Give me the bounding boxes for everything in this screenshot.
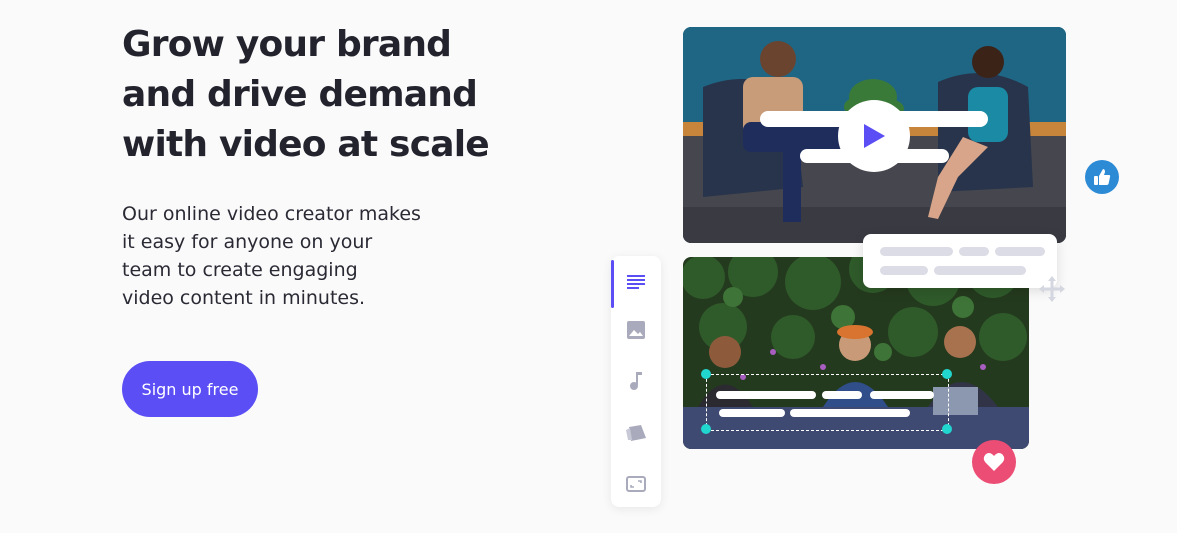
move-icon[interactable] bbox=[1039, 276, 1065, 302]
resize-icon[interactable] bbox=[622, 470, 650, 498]
resize-handle-top-left[interactable] bbox=[701, 369, 711, 379]
caption-line-bar bbox=[880, 266, 928, 275]
play-button[interactable] bbox=[838, 100, 910, 172]
thumbs-up-icon bbox=[1085, 160, 1119, 194]
caption-line-bar bbox=[959, 247, 989, 256]
caption-placeholder-bar bbox=[790, 409, 910, 417]
text-icon[interactable] bbox=[622, 268, 650, 296]
sticker-icon[interactable] bbox=[622, 419, 650, 447]
caption-placeholder-bar bbox=[716, 391, 816, 399]
resize-handle-bottom-right[interactable] bbox=[942, 424, 952, 434]
resize-handle-bottom-left[interactable] bbox=[701, 424, 711, 434]
heart-icon bbox=[972, 440, 1016, 484]
caption-placeholder-bar bbox=[719, 409, 785, 417]
subtext-line-3: team to create engaging bbox=[122, 259, 358, 281]
sign-up-button[interactable]: Sign up free bbox=[122, 361, 258, 417]
resize-handle-top-right[interactable] bbox=[942, 369, 952, 379]
caption-line-bar bbox=[934, 266, 1026, 275]
headline-line-3: with video at scale bbox=[122, 124, 490, 165]
subtext-line-1: Our online video creator makes bbox=[122, 203, 421, 225]
active-tool-indicator bbox=[611, 260, 614, 308]
text-selection-box[interactable] bbox=[706, 374, 949, 431]
caption-card bbox=[863, 234, 1057, 288]
caption-placeholder-bar bbox=[822, 391, 862, 399]
music-icon[interactable] bbox=[622, 367, 650, 395]
subtext-line-2: it easy for anyone on your bbox=[122, 231, 373, 253]
caption-line-bar bbox=[880, 247, 953, 256]
caption-placeholder-bar bbox=[870, 391, 934, 399]
headline-line-2: and drive demand bbox=[122, 74, 478, 115]
hero-headline: Grow your brand and drive demand with vi… bbox=[122, 20, 542, 170]
image-icon[interactable] bbox=[622, 316, 650, 344]
editor-toolbar bbox=[611, 256, 661, 507]
subtext-line-4: video content in minutes. bbox=[122, 287, 366, 309]
headline-line-1: Grow your brand bbox=[122, 24, 452, 65]
caption-line-bar bbox=[995, 247, 1045, 256]
hero-subtext: Our online video creator makes it easy f… bbox=[122, 200, 482, 312]
